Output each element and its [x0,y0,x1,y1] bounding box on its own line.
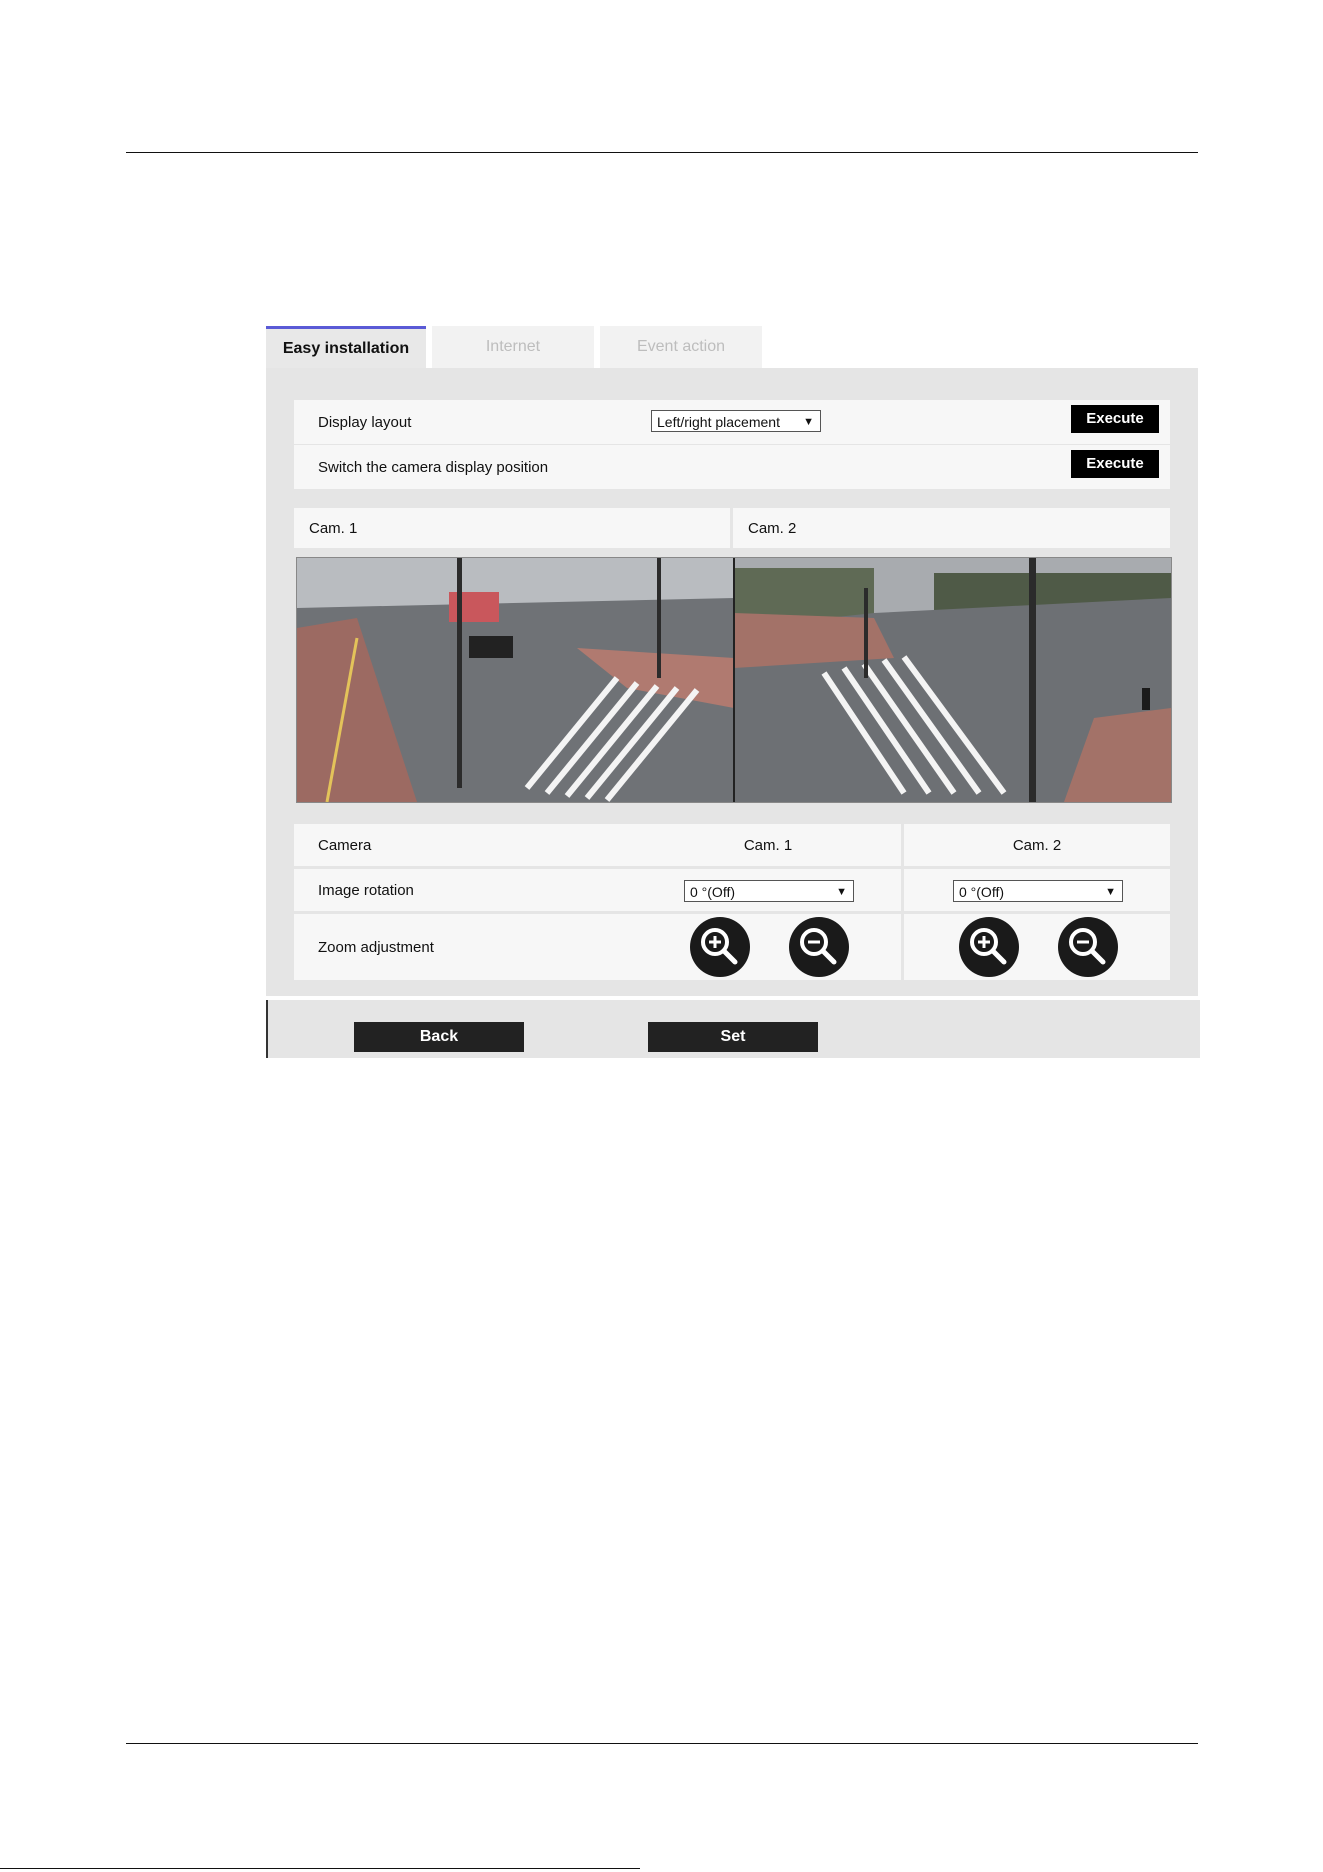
rotation-cam1-value: 0 °(Off) [690,884,736,900]
camera-header-cam1: Cam. 1 [635,824,901,866]
set-button[interactable]: Set [648,1022,818,1052]
footer-rule [126,1743,1198,1744]
camera-preview [296,557,1172,803]
image-rotation-label: Image rotation [294,869,656,911]
zoom-cam1-cell [635,914,901,980]
cam1-image [297,558,734,802]
rotation-cam1-select[interactable]: 0 °(Off) ▼ [684,880,854,902]
preview-cam2-label: Cam. 2 [733,508,1170,548]
display-layout-label: Display layout [294,400,656,444]
preview-cam1-label: Cam. 1 [294,508,730,548]
rotation-cam2-select[interactable]: 0 °(Off) ▼ [953,880,1123,902]
switch-position-label: Switch the camera display position [294,445,656,489]
zoom-in-cam1-button[interactable] [690,917,750,977]
rotation-cam2-value: 0 °(Off) [959,884,1005,900]
tab-easy-installation[interactable]: Easy installation [266,326,426,368]
chevron-down-icon: ▼ [836,886,847,898]
execute-layout-button[interactable]: Execute [1071,405,1159,433]
execute-switch-button[interactable]: Execute [1071,450,1159,478]
zoom-out-icon [800,928,837,965]
chevron-down-icon: ▼ [1105,886,1116,898]
camera-header-cam2: Cam. 2 [904,824,1170,866]
camera-header-label: Camera [294,824,656,866]
tab-event-action[interactable]: Event action [600,326,762,368]
zoom-cam2-cell [904,914,1170,980]
display-layout-select-value: Left/right placement [657,414,780,430]
cam2-image [734,558,1171,802]
back-button[interactable]: Back [354,1022,524,1052]
footnote-rule [0,1868,640,1869]
zoom-in-icon [970,928,1007,965]
action-bar: Back Set [266,1000,1200,1058]
header-rule [126,152,1198,153]
zoom-in-cam2-button[interactable] [959,917,1019,977]
zoom-out-cam2-button[interactable] [1058,917,1118,977]
zoom-adjustment-label: Zoom adjustment [294,914,656,980]
preview-divider [733,558,735,802]
zoom-out-icon [1069,928,1106,965]
zoom-in-icon [701,928,738,965]
zoom-out-cam1-button[interactable] [789,917,849,977]
tab-internet[interactable]: Internet [432,326,594,368]
chevron-down-icon: ▼ [803,416,814,428]
display-layout-select[interactable]: Left/right placement ▼ [651,410,821,432]
